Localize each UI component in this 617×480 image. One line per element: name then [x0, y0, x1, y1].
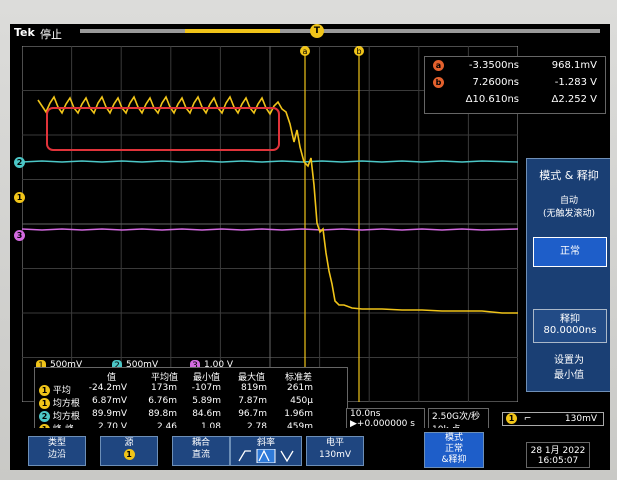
- header-max: 最大值: [238, 373, 266, 383]
- holdoff-button[interactable]: 释抑 80.0000ns: [533, 309, 607, 343]
- cursor-a-badge: a: [433, 60, 444, 71]
- brand-label: Tek: [14, 26, 35, 39]
- trigger-source-button[interactable]: 源 1: [100, 436, 158, 466]
- coupling-button[interactable]: 耦合 直流: [172, 436, 230, 466]
- trigger-readout: 1 ⌐ 130mV: [502, 412, 604, 426]
- run-status: 停止: [40, 28, 62, 41]
- slope-label: 斜率: [256, 438, 275, 448]
- mode-holdoff-button[interactable]: 模式 正常 &释抑: [424, 432, 484, 468]
- set-minimum-button[interactable]: 设置为 最小值: [533, 351, 605, 381]
- channel-3-marker[interactable]: 3: [14, 223, 25, 242]
- cursor-b-badge: b: [433, 77, 444, 88]
- slope-icons: [238, 448, 294, 464]
- trigger-marker[interactable]: T: [310, 24, 324, 38]
- cursor-a-time: -3.3500ns: [468, 60, 519, 71]
- channel-1-marker[interactable]: 1: [14, 185, 25, 204]
- measurement-row: 1 平均 -24.2mV 173m -107m 819m 261m: [35, 383, 347, 396]
- normal-mode-button[interactable]: 正常: [533, 237, 607, 267]
- top-status-bar: Tek 停止 T: [10, 24, 610, 41]
- time-per-div: 10.0ns: [350, 409, 381, 419]
- source-channel-badge: 1: [123, 449, 135, 460]
- level-button[interactable]: 电平 130mV: [306, 436, 364, 466]
- cursor-delta-value: Δ2.252 V: [551, 94, 598, 105]
- bottom-menu-bar: 类型 边沿 源 1 耦合 直流 斜率 电平 130mV 模式 正常 &释抑 28…: [10, 428, 610, 470]
- header-mean: 平均值: [151, 373, 179, 383]
- cursor-a-marker-label: a: [303, 47, 308, 56]
- panel-title: 模式 & 释抑: [539, 169, 599, 182]
- cursor-b-marker-label: b: [356, 47, 361, 56]
- cursor-readout: a -3.3500ns 968.1mV b 7.2600ns -1.283 V …: [424, 56, 606, 114]
- cursor-a-value: 968.1mV: [551, 60, 597, 71]
- mode-holdoff-panel: 模式 & 释抑 自动 (无触发滚动) 正常 释抑 80.0000ns 设置为 最…: [526, 158, 610, 392]
- cursor-row-a: a -3.3500ns 968.1mV: [425, 60, 605, 74]
- measurement-row: 2 均方根 89.9mV 89.8m 84.6m 96.7m 1.96m: [35, 409, 347, 422]
- cursor-b-value: -1.283 V: [554, 77, 597, 88]
- cursor-row-b: b 7.2600ns -1.283 V: [425, 77, 605, 91]
- trigger-level: 130mV: [564, 414, 597, 424]
- cursor-row-delta: Δ10.610ns Δ2.252 V: [425, 94, 605, 108]
- header-std: 标准差: [285, 373, 313, 383]
- sample-rate: 2.50G次/秒: [432, 412, 481, 422]
- trigger-channel-badge: 1: [506, 413, 517, 424]
- source-label: 源: [124, 438, 134, 448]
- header-value: 值: [107, 373, 117, 383]
- cursor-delta-time: Δ10.610ns: [465, 94, 519, 105]
- measurement-row: 1 均方根 6.87mV 6.76m 5.89m 7.87m 450µ: [35, 396, 347, 409]
- trigger-type-button[interactable]: 类型 边沿: [28, 436, 86, 466]
- cursor-b-time: 7.2600ns: [472, 77, 519, 88]
- oscilloscope-screen: Tek 停止 T a b 2 1 3 a -3.3500ns 968.1mV b…: [10, 24, 610, 470]
- auto-mode-button[interactable]: 自动 (无触发滚动): [533, 193, 605, 227]
- date-time: 28 1月 2022 16:05:07: [526, 442, 590, 468]
- trigger-slope-icon: ⌐: [523, 414, 532, 424]
- slope-button[interactable]: 斜率: [230, 436, 302, 466]
- record-view-bar: [80, 29, 600, 33]
- channel-2-marker[interactable]: 2: [14, 150, 25, 169]
- record-window: [185, 29, 280, 33]
- header-min: 最小值: [193, 373, 221, 383]
